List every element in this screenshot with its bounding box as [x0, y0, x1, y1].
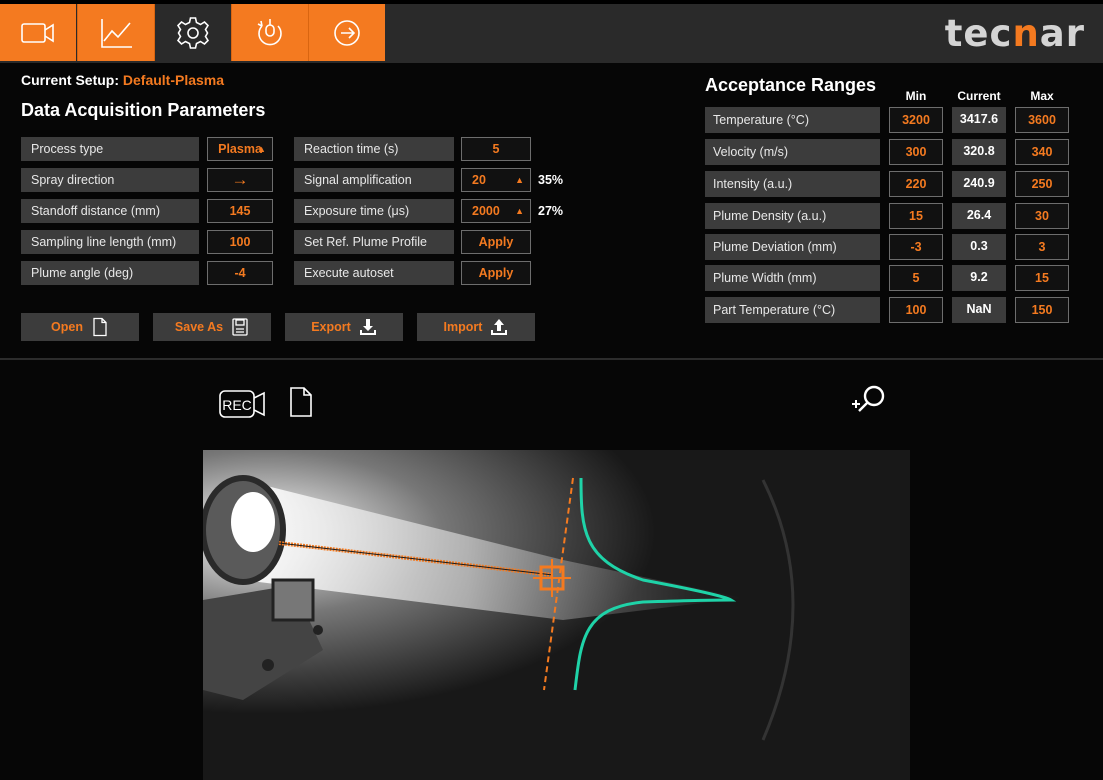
- process-type-select[interactable]: Plasma ▲: [207, 137, 273, 161]
- max-column-header: Max: [1030, 89, 1054, 103]
- standoff-distance-field[interactable]: 145: [207, 199, 273, 223]
- zoom-in-button[interactable]: [850, 384, 890, 423]
- current-value: 3417.6: [952, 107, 1006, 133]
- file-icon: [290, 387, 312, 417]
- current-setup-label: Current Setup:: [21, 72, 123, 88]
- max-field[interactable]: 150: [1015, 297, 1069, 323]
- chart-icon: [101, 18, 132, 48]
- current-value: 320.8: [952, 139, 1006, 165]
- acceptance-row-label: Temperature (°C): [705, 107, 880, 133]
- section-title: Data Acquisition Parameters: [21, 100, 266, 120]
- import-icon: [491, 319, 508, 335]
- sampling-line-length-field[interactable]: 100: [207, 230, 273, 254]
- current-setup: Current Setup: Default-Plasma: [21, 72, 224, 88]
- min-column-header: Min: [905, 89, 927, 103]
- import-button[interactable]: Import: [417, 313, 535, 341]
- open-button[interactable]: Open: [21, 313, 139, 341]
- execute-autoset-apply-button[interactable]: Apply: [461, 261, 531, 285]
- tab-settings[interactable]: [154, 4, 231, 61]
- max-field[interactable]: 3: [1015, 234, 1069, 260]
- exposure-time-select[interactable]: 2000 ▲: [461, 199, 531, 223]
- max-field[interactable]: 3600: [1015, 107, 1069, 133]
- min-field[interactable]: 100: [889, 297, 943, 323]
- max-field[interactable]: 15: [1015, 265, 1069, 291]
- export-button-label: Export: [311, 320, 351, 334]
- tab-power[interactable]: [231, 4, 308, 61]
- acceptance-row-label: Plume Deviation (mm): [705, 234, 880, 260]
- logout-icon: [334, 19, 360, 46]
- acceptance-ranges-title: Acceptance Ranges: [705, 75, 877, 95]
- param-label: Process type: [21, 137, 199, 161]
- current-column-header: Current: [957, 89, 1001, 103]
- acceptance-row-label: Intensity (a.u.): [705, 171, 880, 197]
- acceptance-row-label: Part Temperature (°C): [705, 297, 880, 323]
- param-label: Signal amplification: [294, 168, 454, 192]
- snapshot-file-button[interactable]: [287, 386, 315, 423]
- param-label: Execute autoset: [294, 261, 454, 285]
- min-field[interactable]: 15: [889, 203, 943, 229]
- plume-image: [203, 450, 910, 780]
- export-icon: [359, 319, 376, 335]
- export-button[interactable]: Export: [285, 313, 403, 341]
- min-field[interactable]: 5: [889, 265, 943, 291]
- max-field[interactable]: 30: [1015, 203, 1069, 229]
- record-button[interactable]: REC: [218, 386, 270, 427]
- rec-label: REC: [222, 397, 252, 413]
- min-field[interactable]: 3200: [889, 107, 943, 133]
- acceptance-row-label: Plume Density (a.u.): [705, 203, 880, 229]
- param-label: Reaction time (s): [294, 137, 454, 161]
- min-field[interactable]: -3: [889, 234, 943, 260]
- signal-amplification-select[interactable]: 20 ▲: [461, 168, 531, 192]
- section-divider: [0, 358, 1103, 360]
- param-label: Plume angle (deg): [21, 261, 199, 285]
- param-label: Set Ref. Plume Profile: [294, 230, 454, 254]
- record-camera-icon: REC: [219, 390, 265, 418]
- tecnar-logo: tecnar: [944, 12, 1085, 55]
- current-value: 26.4: [952, 203, 1006, 229]
- signal-amplification-percent: 35%: [538, 173, 564, 187]
- settings-gear-icon: [176, 16, 210, 49]
- current-value: 9.2: [952, 265, 1006, 291]
- acceptance-row-label: Velocity (m/s): [705, 139, 880, 165]
- min-field[interactable]: 220: [889, 171, 943, 197]
- min-field[interactable]: 300: [889, 139, 943, 165]
- max-field[interactable]: 340: [1015, 139, 1069, 165]
- current-setup-value: Default-Plasma: [122, 72, 225, 88]
- param-label: Standoff distance (mm): [21, 199, 199, 223]
- tab-logout[interactable]: [308, 4, 385, 61]
- zoom-in-icon: [852, 385, 885, 412]
- save-icon: [232, 318, 248, 336]
- camera-icon: [21, 22, 54, 43]
- plasma-camera-view[interactable]: [203, 450, 910, 780]
- param-label: Spray direction: [21, 168, 199, 192]
- plume-angle-field[interactable]: -4: [207, 261, 273, 285]
- acceptance-row-label: Plume Width (mm): [705, 265, 880, 291]
- current-value: 240.9: [952, 171, 1006, 197]
- max-field[interactable]: 250: [1015, 171, 1069, 197]
- current-value: 0.3: [952, 234, 1006, 260]
- tab-chart[interactable]: [77, 4, 154, 61]
- param-label: Exposure time (μs): [294, 199, 454, 223]
- power-cycle-icon: [257, 18, 282, 45]
- file-icon: [93, 317, 107, 337]
- import-button-label: Import: [443, 320, 483, 334]
- top-navigation-bar: tecnar: [0, 0, 1103, 63]
- save-as-button[interactable]: Save As: [153, 313, 271, 341]
- spray-direction-arrow-button[interactable]: →: [207, 168, 273, 192]
- param-label: Sampling line length (mm): [21, 230, 199, 254]
- save-as-button-label: Save As: [174, 320, 224, 334]
- open-button-label: Open: [51, 320, 83, 334]
- current-value: NaN: [952, 297, 1006, 323]
- reaction-time-field[interactable]: 5: [461, 137, 531, 161]
- set-ref-profile-apply-button[interactable]: Apply: [461, 230, 531, 254]
- tab-camera[interactable]: [0, 4, 76, 61]
- exposure-time-percent: 27%: [538, 204, 564, 218]
